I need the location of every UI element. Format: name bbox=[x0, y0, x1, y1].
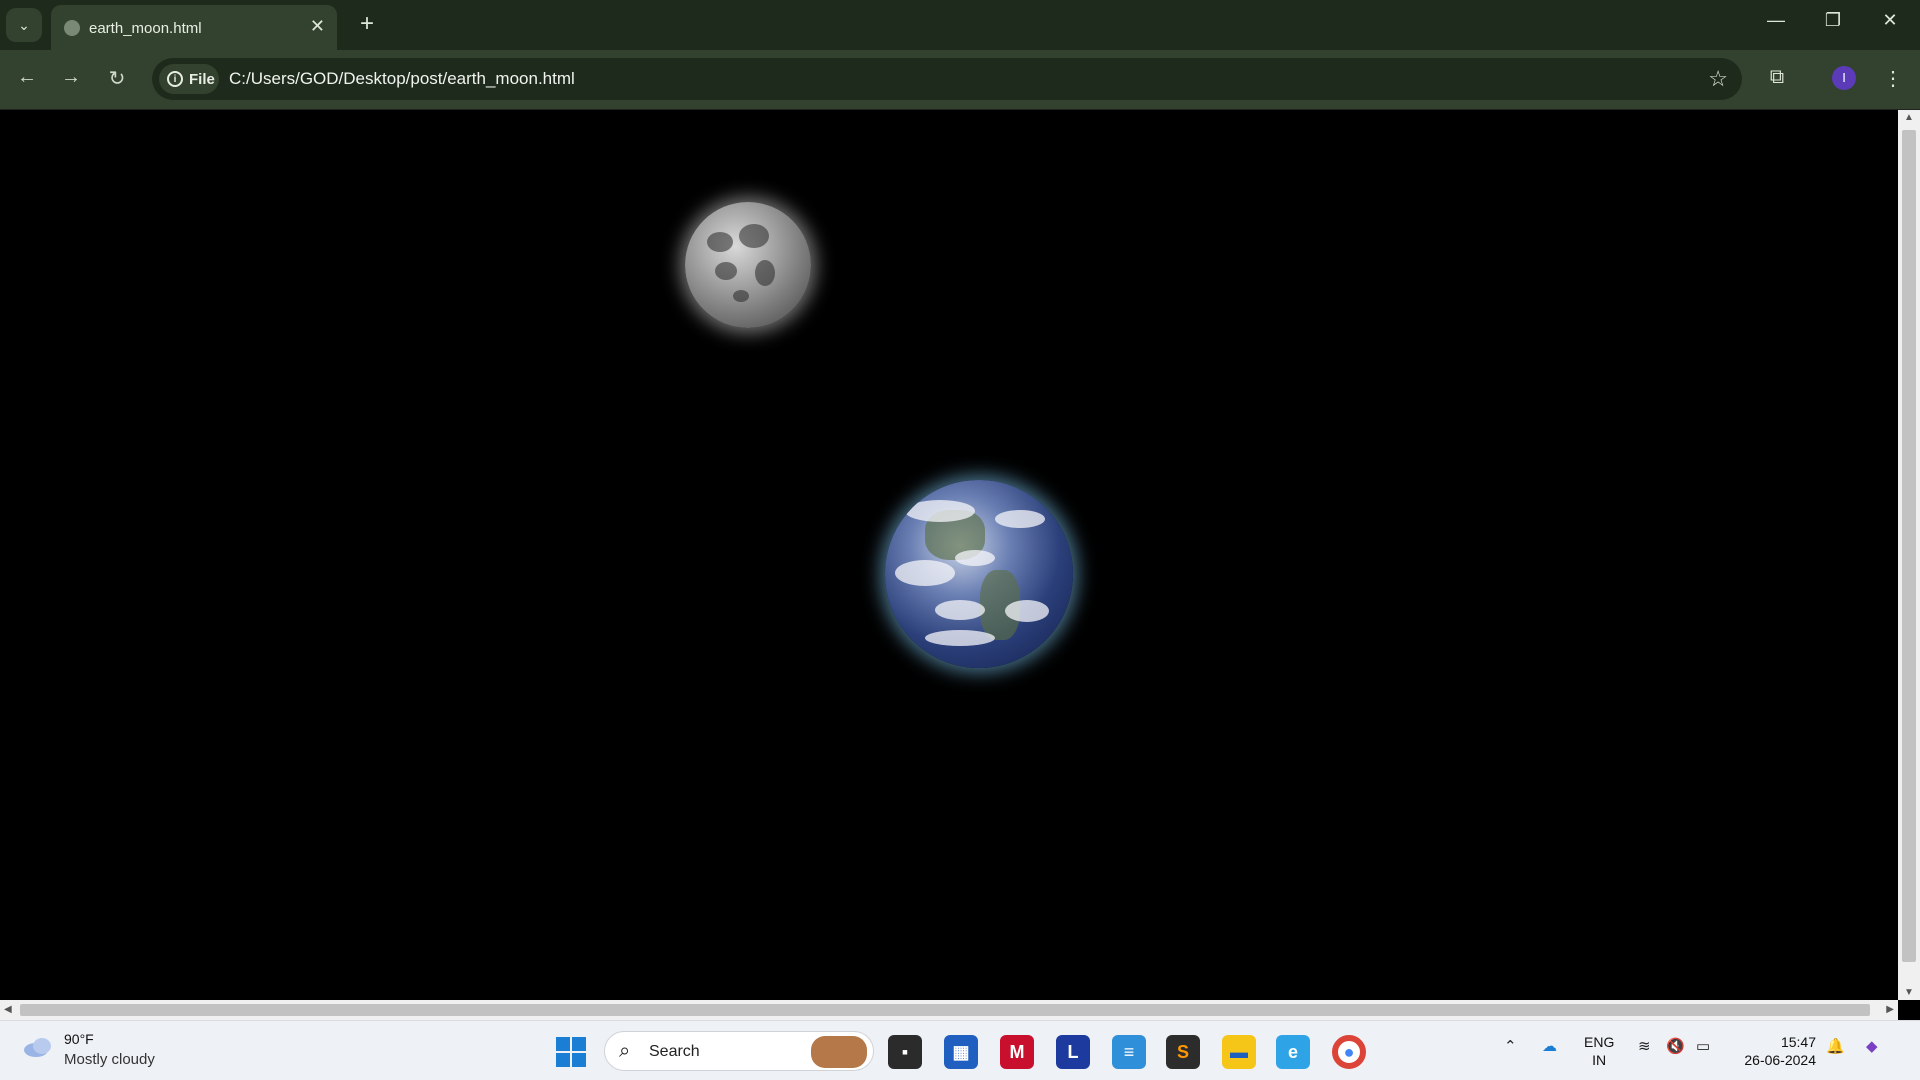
minimize-button[interactable]: — bbox=[1758, 10, 1794, 31]
search-icon: ⌕ bbox=[619, 1040, 631, 1062]
chevron-down-icon: ⌄ bbox=[18, 16, 30, 33]
time: 15:47 bbox=[1780, 1034, 1816, 1050]
taskbar: 90°F Mostly cloudy ⌕ Search ▪ ▦ M L ≡ S … bbox=[0, 1020, 1920, 1080]
store-icon[interactable]: ▦ bbox=[944, 1035, 978, 1069]
clock[interactable]: 15:47 26-06-2024 bbox=[1730, 1033, 1816, 1069]
task-view-icon[interactable]: ▪ bbox=[888, 1035, 922, 1069]
l-app-icon[interactable]: L bbox=[1056, 1035, 1090, 1069]
tab-earth-moon[interactable]: earth_moon.html ✕ bbox=[51, 5, 337, 50]
moon bbox=[685, 202, 811, 328]
chrome-icon[interactable]: ● bbox=[1332, 1035, 1366, 1069]
vertical-scrollbar[interactable]: ▲ ▼ bbox=[1898, 110, 1920, 1000]
tab-title: earth_moon.html bbox=[89, 20, 202, 37]
horizontal-scroll-thumb[interactable] bbox=[20, 1004, 1870, 1016]
horizontal-scrollbar[interactable]: ◀ ▶ bbox=[0, 1000, 1898, 1020]
search-highlight-image bbox=[811, 1036, 867, 1068]
mcafee-icon[interactable]: M bbox=[1000, 1035, 1034, 1069]
notepad-icon[interactable]: ≡ bbox=[1112, 1035, 1146, 1069]
new-tab-button[interactable]: + bbox=[352, 8, 382, 42]
language-indicator[interactable]: ENG IN bbox=[1584, 1033, 1614, 1069]
globe-icon bbox=[64, 20, 80, 36]
date: 26-06-2024 bbox=[1744, 1052, 1816, 1068]
page-viewport bbox=[0, 110, 1898, 1000]
sublime-icon[interactable]: S bbox=[1166, 1035, 1200, 1069]
onedrive-icon[interactable]: ☁ bbox=[1542, 1037, 1557, 1055]
browser-toolbar: ← → ↻ i File C:/Users/GOD/Desktop/post/e… bbox=[0, 50, 1920, 110]
battery-icon[interactable]: ▭ bbox=[1696, 1037, 1710, 1055]
cloudy-weather-icon[interactable] bbox=[22, 1035, 54, 1059]
close-window-button[interactable]: ✕ bbox=[1872, 10, 1908, 31]
url-text[interactable]: C:/Users/GOD/Desktop/post/earth_moon.htm… bbox=[229, 69, 575, 89]
wifi-icon[interactable]: ≋ bbox=[1638, 1037, 1651, 1055]
earth bbox=[885, 480, 1073, 668]
menu-icon[interactable]: ⋮ bbox=[1878, 66, 1908, 91]
show-hidden-icons-chevron-icon[interactable]: ⌃ bbox=[1504, 1037, 1517, 1055]
file-explorer-icon[interactable]: ▬ bbox=[1222, 1035, 1256, 1069]
edge-icon[interactable]: e bbox=[1276, 1035, 1310, 1069]
extensions-icon[interactable]: ⧉ bbox=[1762, 66, 1792, 89]
weather-temperature[interactable]: 90°F bbox=[64, 1031, 94, 1047]
copilot-icon[interactable]: ◆ bbox=[1866, 1037, 1878, 1055]
site-info-chip[interactable]: i File bbox=[159, 64, 219, 94]
mute-icon[interactable]: 🔇 bbox=[1666, 1037, 1685, 1055]
reload-button[interactable]: ↻ bbox=[102, 66, 132, 94]
close-icon[interactable]: ✕ bbox=[310, 16, 325, 37]
back-button[interactable]: ← bbox=[12, 66, 42, 94]
tab-search-button[interactable]: ⌄ bbox=[6, 8, 42, 42]
forward-button[interactable]: → bbox=[56, 66, 86, 94]
site-info-label: File bbox=[189, 70, 215, 88]
start-button[interactable] bbox=[556, 1037, 586, 1067]
profile-avatar[interactable]: I bbox=[1832, 66, 1856, 90]
vertical-scroll-thumb[interactable] bbox=[1902, 130, 1916, 962]
notification-bell-icon[interactable]: 🔔 bbox=[1826, 1037, 1845, 1055]
bookmark-star-icon[interactable]: ☆ bbox=[1708, 66, 1728, 92]
language-code: ENG bbox=[1584, 1034, 1615, 1050]
taskbar-search[interactable]: ⌕ Search bbox=[604, 1031, 874, 1071]
search-placeholder: Search bbox=[649, 1043, 700, 1060]
address-bar[interactable]: i File C:/Users/GOD/Desktop/post/earth_m… bbox=[152, 58, 1742, 100]
tab-strip: ⌄ earth_moon.html ✕ + — ❐ ✕ bbox=[0, 0, 1920, 50]
weather-condition[interactable]: Mostly cloudy bbox=[64, 1051, 155, 1068]
restore-button[interactable]: ❐ bbox=[1815, 10, 1851, 31]
region-code: IN bbox=[1592, 1052, 1607, 1068]
info-icon: i bbox=[167, 71, 183, 87]
